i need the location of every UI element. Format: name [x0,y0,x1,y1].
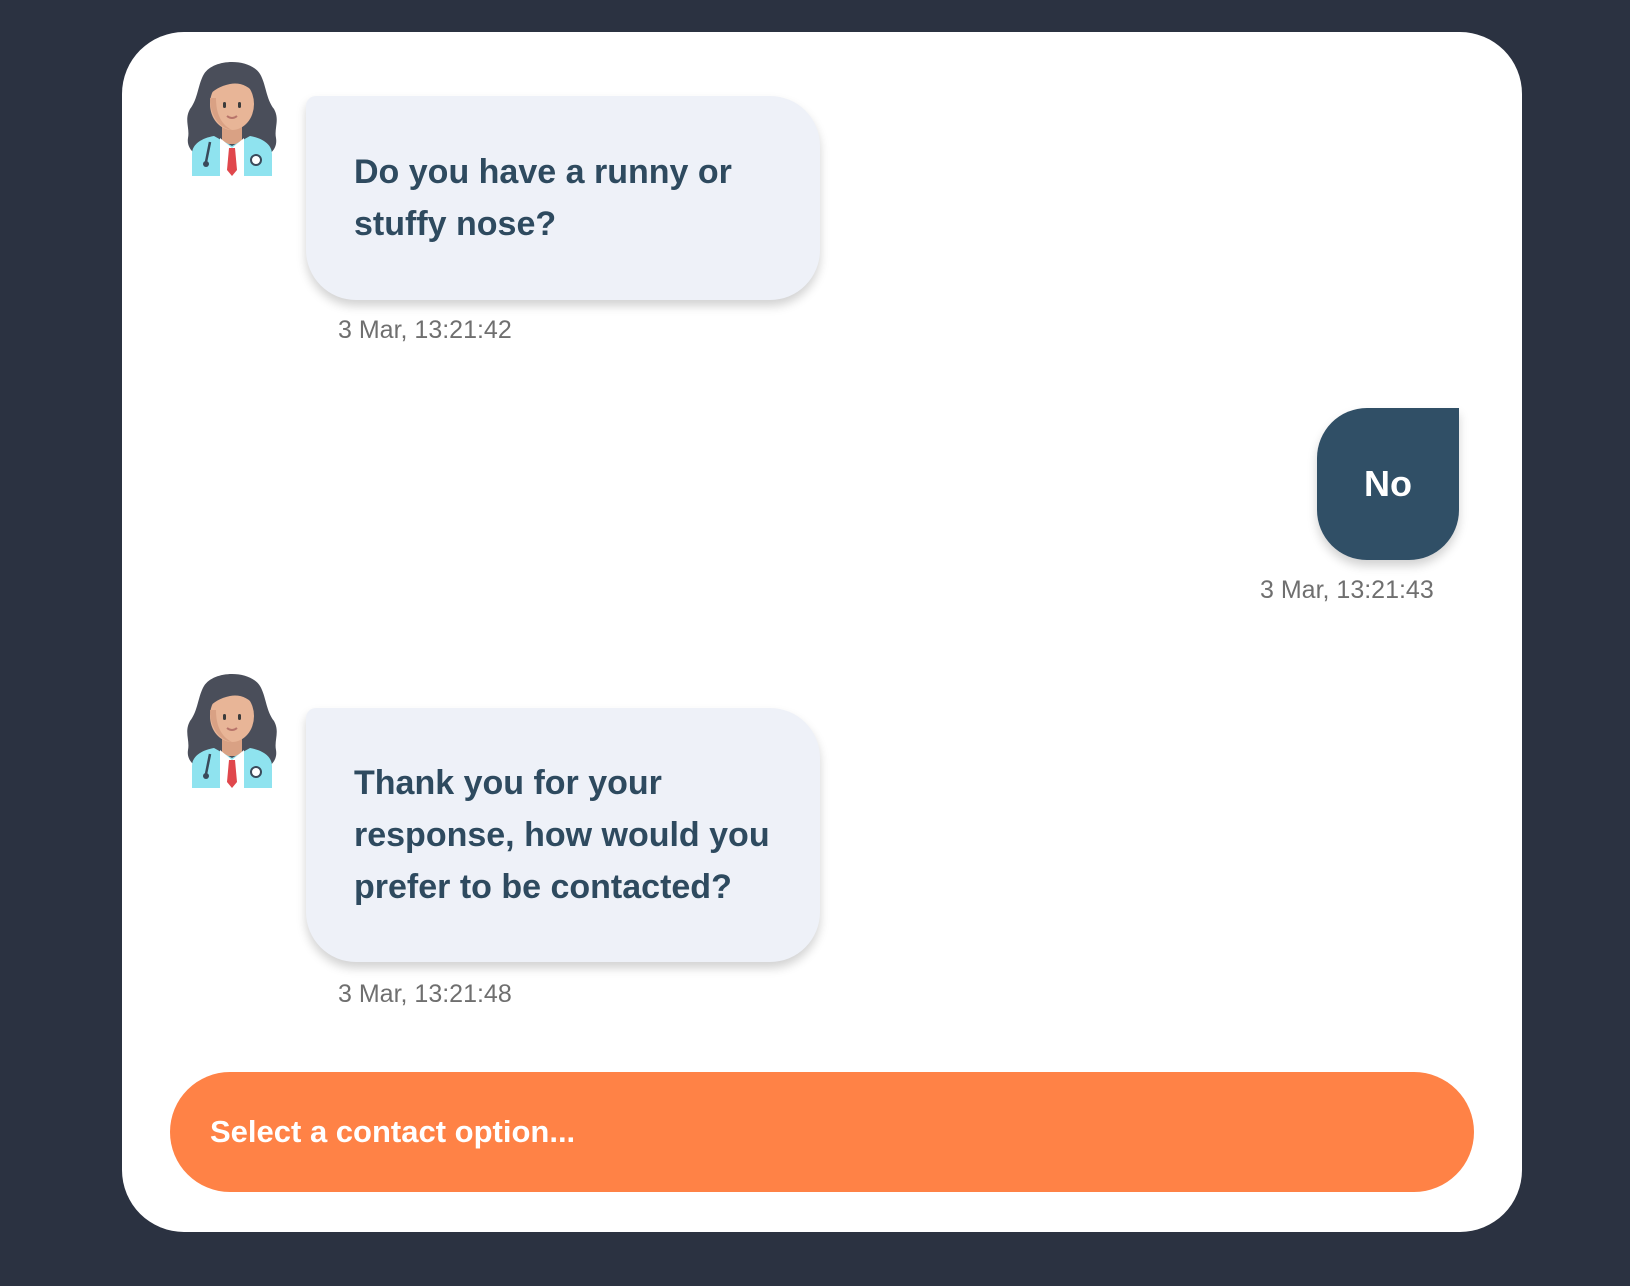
message-timestamp: 3 Mar, 13:21:48 [338,980,512,1008]
message-timestamp: 3 Mar, 13:21:42 [338,316,512,344]
message-timestamp: 3 Mar, 13:21:43 [1260,576,1434,604]
user-message-bubble: No [1317,408,1459,560]
bot-message-text: Thank you for your response, how would y… [354,764,770,906]
doctor-avatar-icon [184,666,280,788]
bot-message-bubble: Thank you for your response, how would y… [306,708,820,962]
user-message-text: No [1364,463,1412,504]
doctor-avatar-icon [184,54,280,176]
contact-option-placeholder: Select a contact option... [210,1114,576,1149]
bot-message-bubble: Do you have a runny or stuffy nose? [306,96,820,300]
contact-option-select[interactable]: Select a contact option... [170,1072,1474,1192]
chat-window: Do you have a runny or stuffy nose? 3 Ma… [122,32,1522,1232]
bot-message-text: Do you have a runny or stuffy nose? [354,153,732,243]
